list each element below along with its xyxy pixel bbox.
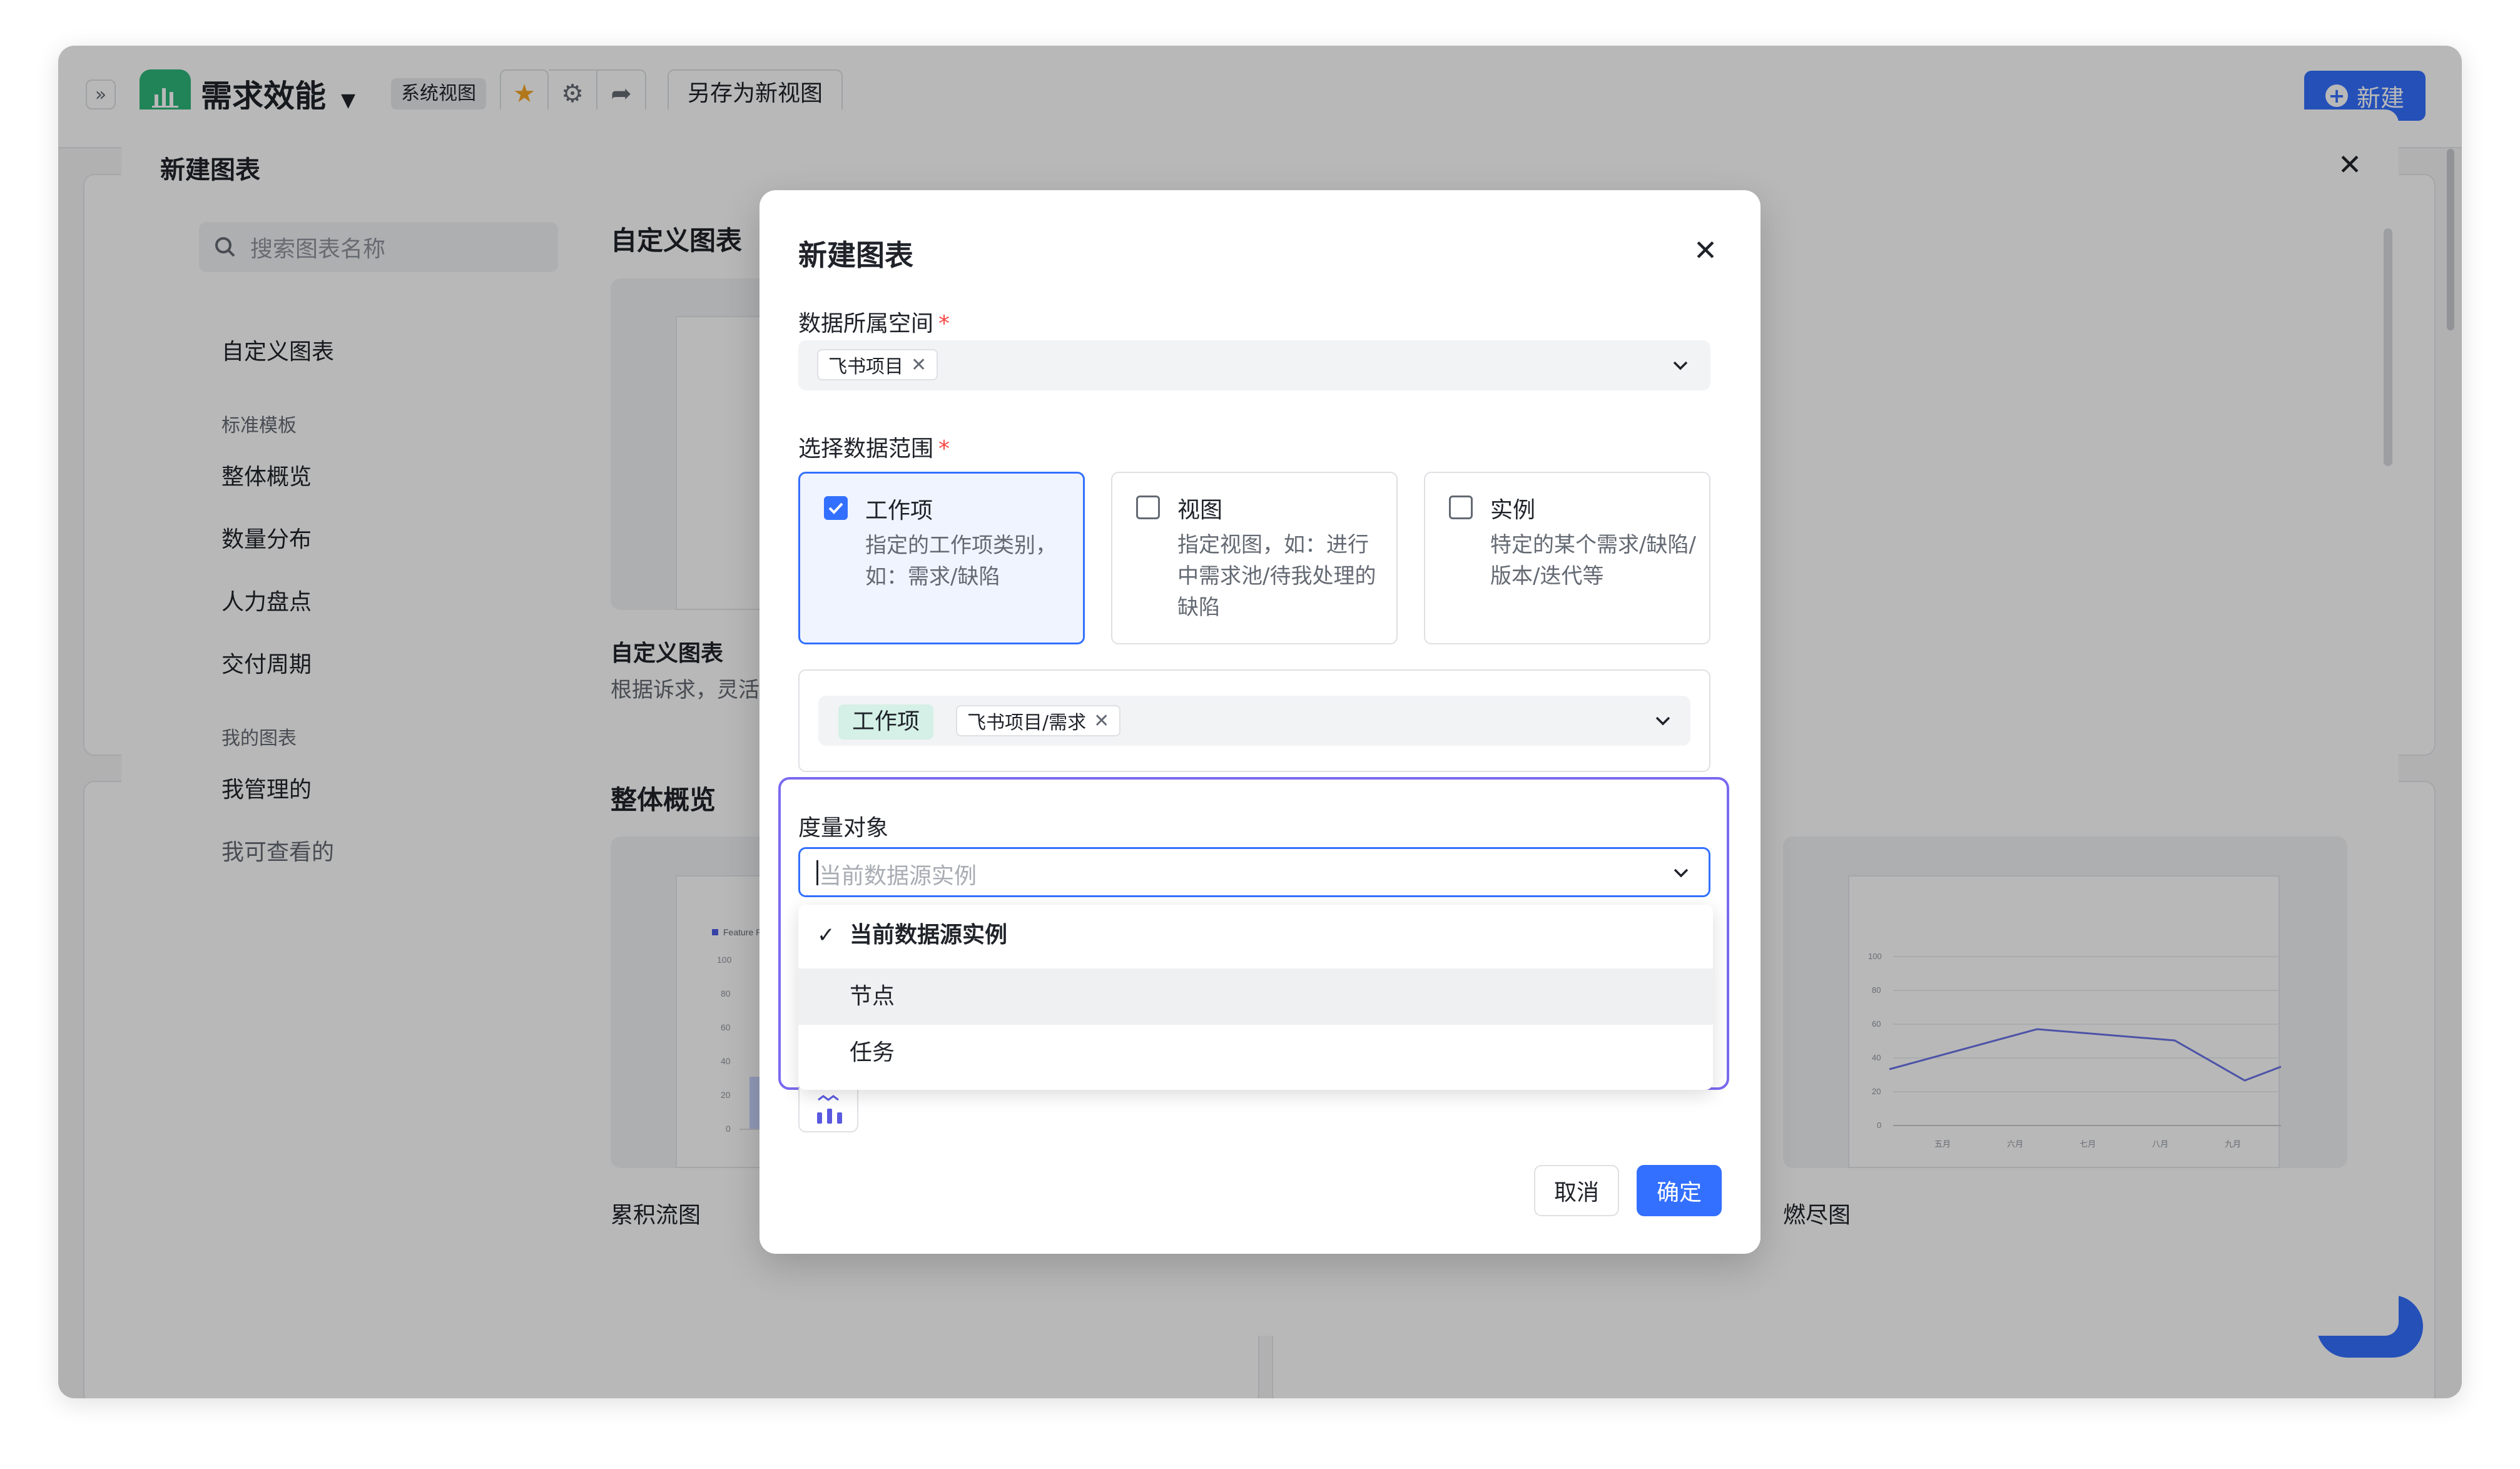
range-option-title: 实例 bbox=[1490, 497, 1536, 523]
required-mark: * bbox=[938, 311, 950, 337]
range-option-desc: 指定视图，如：进行中需求池/待我处理的缺陷 bbox=[1177, 532, 1376, 620]
option-label: 当前数据源实例 bbox=[850, 922, 1008, 948]
range-option-desc: 特定的某个需求/缺陷/版本/迭代等 bbox=[1490, 532, 1696, 589]
check-icon: ✓ bbox=[817, 923, 835, 948]
remove-tag-icon[interactable]: ✕ bbox=[911, 354, 927, 376]
workitem-tag-label: 飞书项目/需求 bbox=[967, 712, 1087, 734]
checkbox-checked[interactable] bbox=[824, 496, 848, 520]
measure-option-node[interactable]: 节点 bbox=[798, 968, 1713, 1025]
range-label-text: 选择数据范围 bbox=[798, 436, 934, 462]
space-label-text: 数据所属空间 bbox=[798, 311, 934, 337]
remove-tag-icon[interactable]: ✕ bbox=[1094, 710, 1109, 732]
range-option-title: 工作项 bbox=[865, 498, 933, 524]
range-option-view[interactable]: 视图 指定视图，如：进行中需求池/待我处理的缺陷 bbox=[1111, 472, 1398, 644]
range-option-title: 视图 bbox=[1177, 497, 1223, 523]
cancel-button[interactable]: 取消 bbox=[1534, 1165, 1619, 1216]
chevron-down-icon bbox=[1673, 361, 1688, 370]
confirm-button[interactable]: 确定 bbox=[1637, 1165, 1722, 1216]
measure-option-current[interactable]: ✓ 当前数据源实例 bbox=[798, 907, 1713, 963]
checkbox[interactable] bbox=[1449, 496, 1473, 519]
space-select[interactable]: 飞书项目 ✕ bbox=[798, 340, 1710, 390]
close-icon[interactable]: ✕ bbox=[1687, 231, 1724, 269]
chevron-down-icon bbox=[1655, 716, 1670, 726]
measure-placeholder: 当前数据源实例 bbox=[819, 863, 977, 889]
checkbox[interactable] bbox=[1136, 496, 1160, 519]
measure-dropdown: ✓ 当前数据源实例 节点 任务 bbox=[798, 905, 1713, 1090]
range-field-label: 选择数据范围 * bbox=[798, 430, 950, 463]
option-label: 节点 bbox=[850, 984, 895, 1009]
range-option-workitem[interactable]: 工作项 指定的工作项类别，如：需求/缺陷 bbox=[798, 472, 1085, 644]
scope-box: 工作项 飞书项目/需求 ✕ bbox=[798, 669, 1710, 772]
space-field-label: 数据所属空间 * bbox=[798, 305, 950, 338]
chevron-down-icon bbox=[1674, 868, 1689, 878]
scope-chip: 工作项 bbox=[838, 704, 934, 740]
chart-type-icon bbox=[817, 1095, 842, 1124]
new-chart-dialog: 新建图表 ✕ 数据所属空间 * 飞书项目 ✕ 选择数据范围 * 工作项 指定的工作项… bbox=[760, 190, 1760, 1254]
space-tag-label: 飞书项目 bbox=[828, 356, 903, 378]
range-option-desc: 指定的工作项类别，如：需求/缺陷 bbox=[865, 533, 1057, 589]
space-tag: 飞书项目 ✕ bbox=[817, 349, 938, 380]
text-cursor bbox=[816, 860, 818, 885]
chart-type-button[interactable] bbox=[798, 1082, 858, 1132]
measure-select[interactable]: 当前数据源实例 bbox=[798, 847, 1710, 897]
measure-option-task[interactable]: 任务 bbox=[798, 1025, 1713, 1081]
workitem-type-select[interactable]: 工作项 飞书项目/需求 ✕ bbox=[818, 696, 1690, 746]
required-mark: * bbox=[938, 436, 950, 462]
dialog-title: 新建图表 bbox=[798, 238, 913, 272]
workitem-tag: 飞书项目/需求 ✕ bbox=[956, 705, 1121, 736]
measure-field-label: 度量对象 bbox=[798, 815, 889, 841]
option-label: 任务 bbox=[850, 1040, 895, 1065]
range-option-instance[interactable]: 实例 特定的某个需求/缺陷/版本/迭代等 bbox=[1424, 472, 1710, 644]
check-icon bbox=[828, 502, 843, 514]
